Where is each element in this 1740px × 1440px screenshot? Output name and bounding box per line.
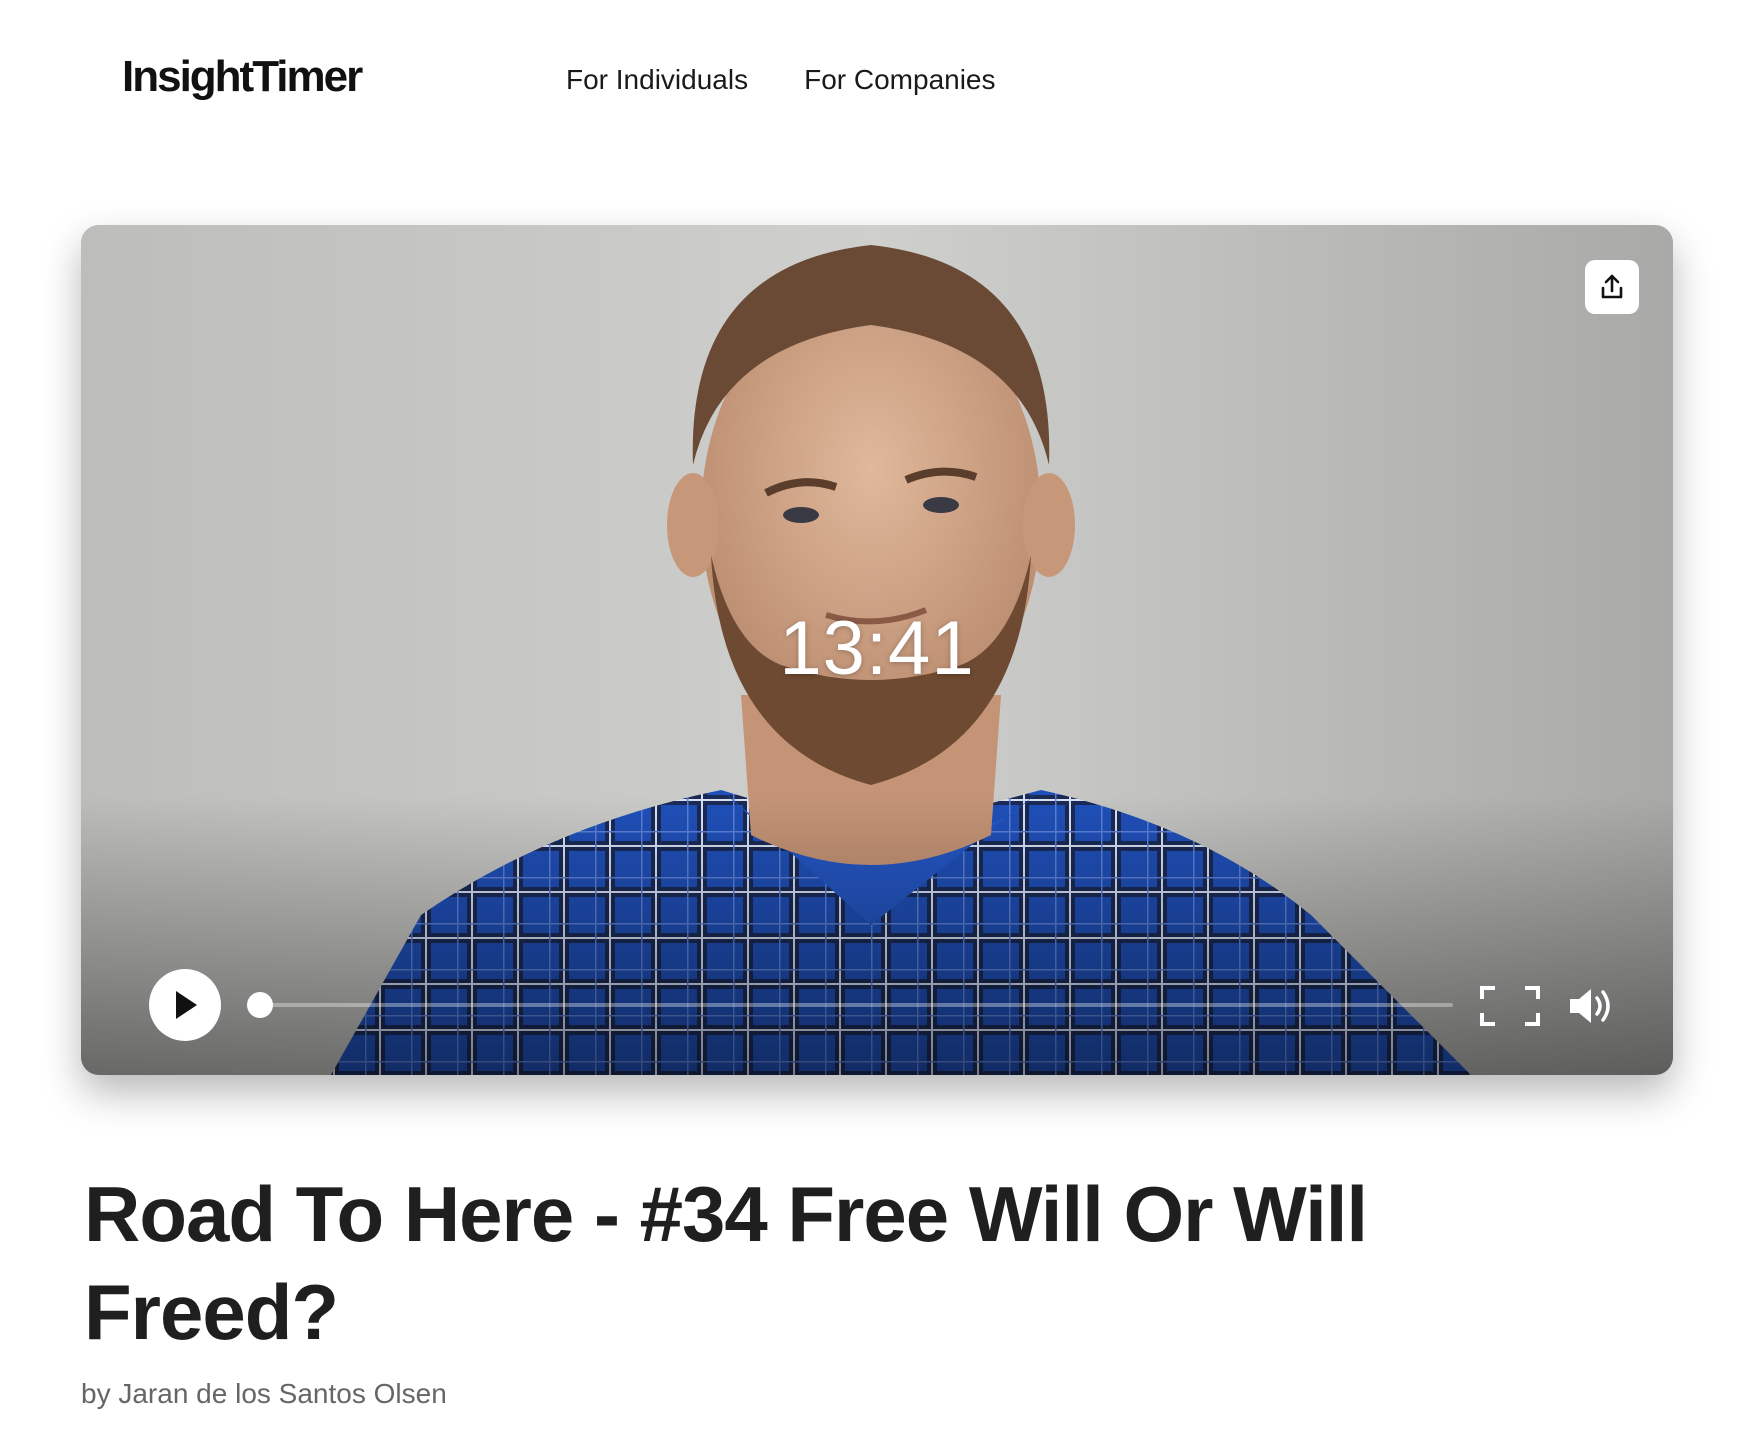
play-icon xyxy=(176,991,197,1019)
seek-bar[interactable] xyxy=(247,992,1453,1018)
fullscreen-icon xyxy=(1480,986,1540,1026)
volume-icon xyxy=(1570,989,1610,1023)
nav-for-companies[interactable]: For Companies xyxy=(804,64,995,96)
share-upload-icon xyxy=(1601,274,1623,299)
main-nav: For Individuals For Companies xyxy=(566,64,996,96)
insight-timer-logo[interactable]: InsightTimer xyxy=(122,52,363,102)
play-button[interactable] xyxy=(149,969,221,1041)
nav-for-individuals[interactable]: For Individuals xyxy=(566,64,748,96)
fullscreen-button[interactable] xyxy=(1479,985,1541,1027)
player-controls xyxy=(81,915,1673,1075)
time-remaining: 13:41 xyxy=(779,606,975,691)
share-button[interactable] xyxy=(1585,260,1639,314)
volume-button[interactable] xyxy=(1567,985,1615,1027)
site-header: InsightTimer For Individuals For Compani… xyxy=(0,0,1740,170)
seek-handle[interactable] xyxy=(247,992,273,1018)
author-byline[interactable]: by Jaran de los Santos Olsen xyxy=(81,1378,447,1410)
video-player[interactable]: 13:41 xyxy=(81,225,1673,1075)
page-title: Road To Here - #34 Free Will Or Will Fre… xyxy=(84,1170,1368,1356)
